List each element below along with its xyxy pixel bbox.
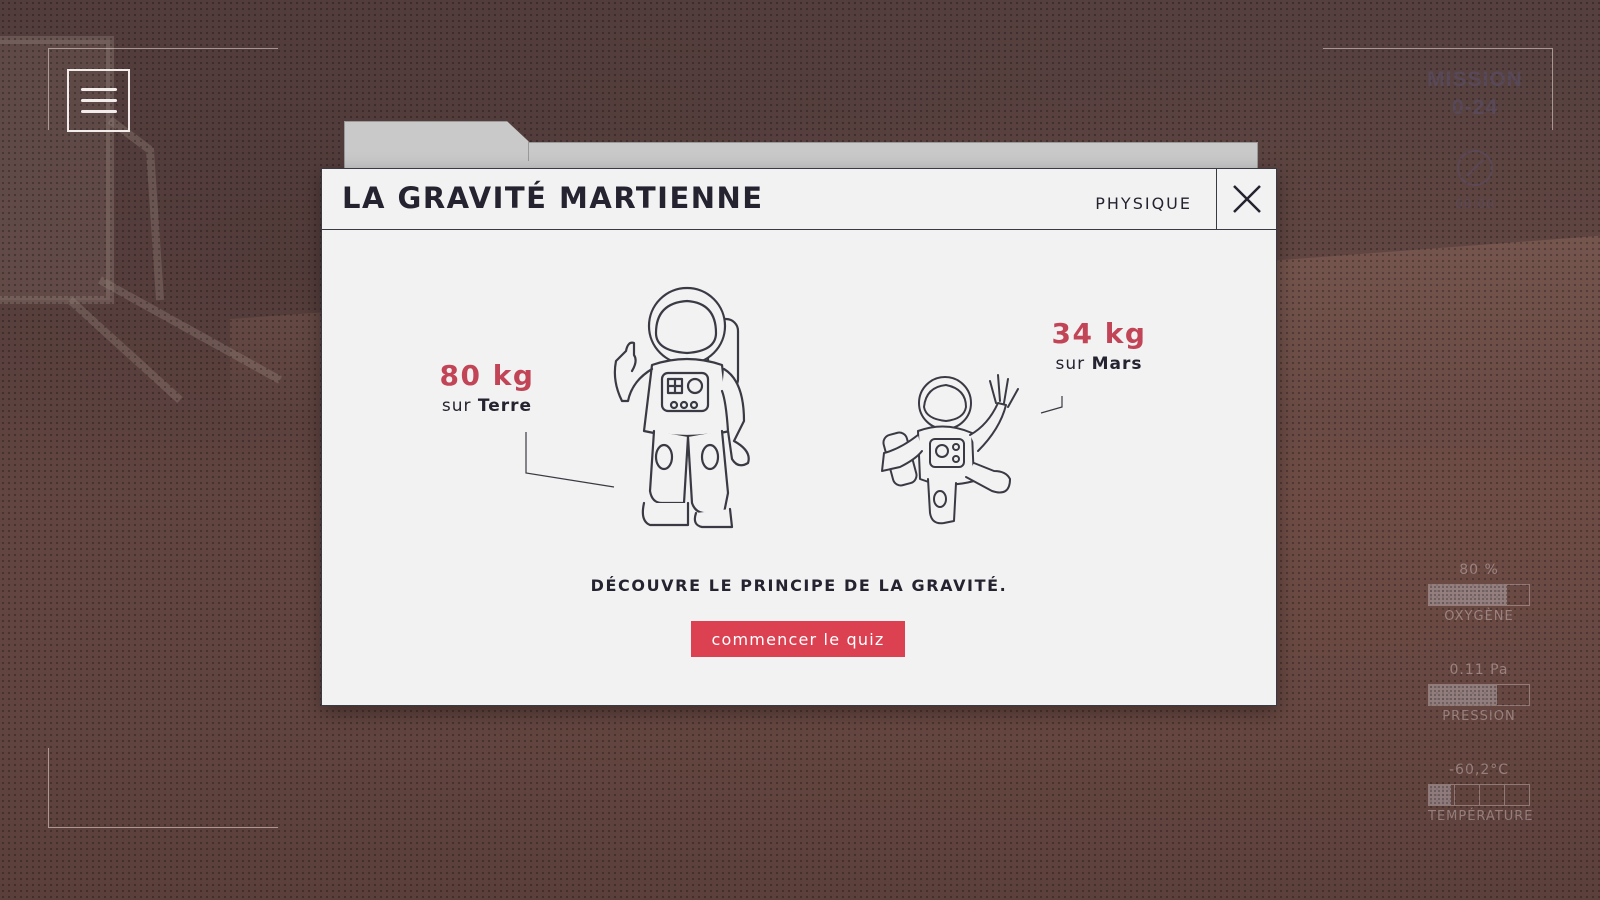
- pressure-bar: [1428, 684, 1530, 706]
- oxygen-stat: 80 % OXYGÈNE: [1428, 562, 1530, 624]
- start-quiz-button[interactable]: commencer le quiz: [691, 621, 905, 657]
- temperature-value: -60,2°C: [1449, 762, 1509, 778]
- hamburger-line: [80, 110, 117, 113]
- hud-corner-bottom-left: [48, 748, 278, 828]
- pressure-bar-fill: [1429, 685, 1497, 705]
- hamburger-menu-icon: [80, 88, 117, 91]
- pressure-value: 0.11 Pa: [1449, 662, 1509, 678]
- hamburger-line: [80, 99, 117, 102]
- bar-segment: [1504, 785, 1505, 805]
- mission-time: 00:00: [1455, 197, 1495, 211]
- temperature-bar: [1428, 784, 1530, 806]
- oxygen-bar: [1428, 584, 1530, 606]
- oxygen-label: OXYGÈNE: [1444, 609, 1514, 624]
- menu-button[interactable]: [67, 69, 130, 132]
- oxygen-value: 80 %: [1459, 562, 1499, 578]
- compass-gauge-icon: [1457, 150, 1493, 186]
- modal-folder-tab: [344, 121, 529, 161]
- oxygen-bar-fill: [1429, 585, 1507, 605]
- mission-title: MISSION: [1427, 68, 1523, 91]
- astronaut-earth-illustration: [613, 286, 750, 529]
- temperature-stat: -60,2°C TEMPÉRATURE: [1428, 762, 1534, 824]
- bar-segment: [1454, 785, 1455, 805]
- pressure-stat: 0.11 Pa PRESSION: [1428, 662, 1530, 724]
- lesson-modal: LA GRAVITÉ MARTIENNE PHYSIQUE 80 kg sur …: [321, 168, 1277, 706]
- call-to-action-text: DÉCOUVRE LE PRINCIPE DE LA GRAVITÉ.: [590, 576, 1008, 595]
- pressure-label: PRESSION: [1442, 709, 1516, 724]
- bar-segment: [1479, 785, 1480, 805]
- temperature-label: TEMPÉRATURE: [1428, 809, 1534, 824]
- astronaut-mars-illustration: [881, 374, 1019, 525]
- mission-label: MISSION 0-24: [1405, 66, 1545, 122]
- mission-code: 0-24: [1451, 96, 1499, 119]
- temperature-bar-fill: [1429, 785, 1451, 805]
